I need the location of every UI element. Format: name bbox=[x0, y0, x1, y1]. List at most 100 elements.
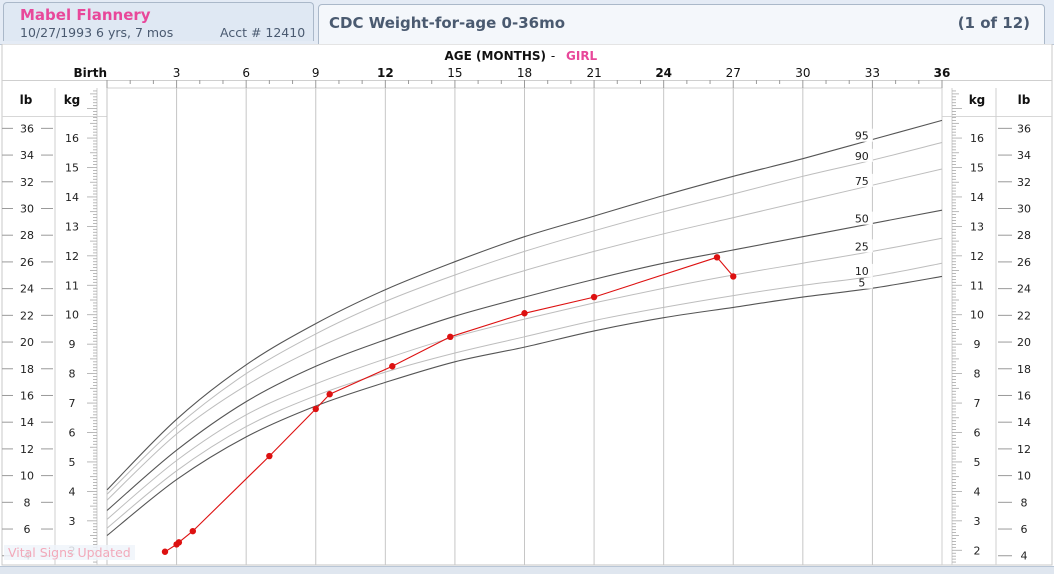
patient-weight-point bbox=[189, 527, 197, 535]
right-kg-label: 2 bbox=[974, 544, 981, 557]
chart-frame bbox=[1, 44, 1053, 566]
right-kg-label: 4 bbox=[974, 485, 981, 498]
percentile-label: 75 bbox=[855, 175, 869, 188]
right-lb-label: 8 bbox=[1021, 496, 1028, 509]
right-lb-label: 28 bbox=[1017, 229, 1031, 242]
left-kg-label: 10 bbox=[65, 309, 79, 322]
right-kg-label: 15 bbox=[970, 162, 984, 175]
age-tick-label: 33 bbox=[865, 66, 880, 80]
patient-weight-point bbox=[730, 273, 737, 280]
left-lb-label: 26 bbox=[20, 256, 34, 269]
patient-weight-point bbox=[161, 548, 169, 555]
age-tick-label: 27 bbox=[726, 66, 741, 80]
left-kg-label: 13 bbox=[65, 220, 79, 233]
left-kg-label: 4 bbox=[69, 485, 76, 498]
patient-weight-point bbox=[326, 391, 333, 398]
patient-dob-age: 10/27/1993 6 yrs, 7 mos bbox=[20, 25, 174, 40]
age-axis-title: AGE (MONTHS) bbox=[444, 49, 546, 63]
gender-label: GIRL bbox=[566, 49, 598, 63]
right-kg-label: 6 bbox=[974, 427, 981, 440]
left-kg-header: kg bbox=[64, 93, 81, 107]
age-tick-label: 30 bbox=[795, 66, 810, 80]
right-lb-label: 34 bbox=[1017, 149, 1031, 162]
right-lb-label: 10 bbox=[1017, 470, 1031, 483]
right-lb-label: 32 bbox=[1017, 176, 1031, 189]
patient-weight-point bbox=[389, 363, 396, 370]
left-lb-label: 34 bbox=[20, 149, 34, 162]
left-lb-label: 30 bbox=[20, 202, 34, 215]
left-kg-label: 16 bbox=[65, 132, 79, 145]
right-kg-label: 10 bbox=[970, 309, 984, 322]
age-tick-label: 12 bbox=[377, 66, 394, 80]
right-lb-label: 20 bbox=[1017, 336, 1031, 349]
patient-account: Acct # 12410 bbox=[220, 25, 306, 40]
age-tick-label: 18 bbox=[517, 66, 532, 80]
right-lb-label: 6 bbox=[1021, 523, 1028, 536]
left-kg-label: 14 bbox=[65, 191, 79, 204]
patient-weight-point bbox=[312, 405, 319, 413]
right-kg-label: 9 bbox=[974, 338, 981, 351]
right-lb-header: lb bbox=[1018, 93, 1031, 107]
right-kg-label: 16 bbox=[970, 132, 984, 145]
left-lb-label: 10 bbox=[20, 470, 34, 483]
age-tick-label: 15 bbox=[447, 66, 462, 80]
age-tick-label: 24 bbox=[655, 66, 672, 80]
vital-signs-status: Vital Signs Updated bbox=[4, 545, 135, 560]
percentile-label: 90 bbox=[855, 150, 869, 163]
right-lb-label: 16 bbox=[1017, 389, 1031, 402]
left-lb-label: 36 bbox=[20, 122, 34, 135]
patient-banner[interactable]: Mabel Flannery 10/27/1993 6 yrs, 7 mos A… bbox=[3, 2, 314, 41]
age-axis-title-group: AGE (MONTHS) - GIRL bbox=[444, 49, 597, 63]
left-lb-label: 20 bbox=[20, 336, 34, 349]
left-lb-label: 22 bbox=[20, 309, 34, 322]
right-kg-label: 12 bbox=[970, 250, 984, 263]
right-kg-label: 11 bbox=[970, 279, 984, 292]
left-lb-label: 28 bbox=[20, 229, 34, 242]
left-kg-label: 8 bbox=[69, 368, 76, 381]
left-lb-label: 8 bbox=[24, 496, 31, 509]
left-lb-label: 32 bbox=[20, 176, 34, 189]
patient-name: Mabel Flannery bbox=[20, 6, 151, 24]
left-kg-label: 12 bbox=[65, 250, 79, 263]
age-tick-label: 9 bbox=[312, 66, 320, 80]
left-lb-label: 16 bbox=[20, 389, 34, 402]
right-lb-label: 36 bbox=[1017, 122, 1031, 135]
right-lb-label: 30 bbox=[1017, 202, 1031, 215]
tab-growth-chart[interactable]: CDC Weight-for-age 0-36mo (1 of 12) bbox=[318, 4, 1045, 45]
right-lb-label: 14 bbox=[1017, 416, 1031, 429]
patient-weight-point bbox=[590, 293, 598, 301]
left-kg-label: 3 bbox=[69, 515, 76, 528]
chart-page-indicator: (1 of 12) bbox=[957, 14, 1030, 32]
left-lb-label: 18 bbox=[20, 363, 34, 376]
patient-weight-point bbox=[175, 539, 183, 546]
right-kg-label: 13 bbox=[970, 220, 984, 233]
patient-weight-point bbox=[521, 310, 528, 317]
right-kg-header: kg bbox=[969, 93, 986, 107]
age-tick-label: 3 bbox=[173, 66, 181, 80]
age-tick-label: Birth bbox=[74, 66, 107, 80]
right-lb-label: 12 bbox=[1017, 443, 1031, 456]
left-lb-label: 24 bbox=[20, 283, 34, 296]
patient-weight-point bbox=[266, 452, 273, 460]
percentile-label: 50 bbox=[855, 213, 869, 226]
left-kg-label: 15 bbox=[65, 162, 79, 175]
chart-tab-title: CDC Weight-for-age 0-36mo bbox=[329, 14, 566, 32]
growth-chart: Birth 3 6 9 12 15 18 21 24 27 30 33 36AGE (MONTHS) - G… bbox=[1, 44, 1053, 566]
right-lb-label: 26 bbox=[1017, 256, 1031, 269]
left-kg-label: 9 bbox=[69, 338, 76, 351]
left-lb-label: 14 bbox=[20, 416, 34, 429]
left-kg-label: 6 bbox=[69, 427, 76, 440]
right-kg-label: 3 bbox=[974, 515, 981, 528]
right-lb-label: 22 bbox=[1017, 309, 1031, 322]
percentile-label: 10 bbox=[855, 265, 869, 278]
patient-weight-point bbox=[447, 333, 454, 341]
patient-weight-point bbox=[713, 254, 721, 261]
right-lb-label: 18 bbox=[1017, 363, 1031, 376]
right-kg-label: 7 bbox=[974, 397, 981, 410]
right-kg-label: 8 bbox=[974, 368, 981, 381]
left-lb-label: 12 bbox=[20, 443, 34, 456]
left-kg-label: 5 bbox=[69, 456, 76, 469]
right-lb-label: 24 bbox=[1017, 283, 1031, 296]
left-kg-label: 7 bbox=[69, 397, 76, 410]
percentile-label: 25 bbox=[855, 240, 869, 253]
